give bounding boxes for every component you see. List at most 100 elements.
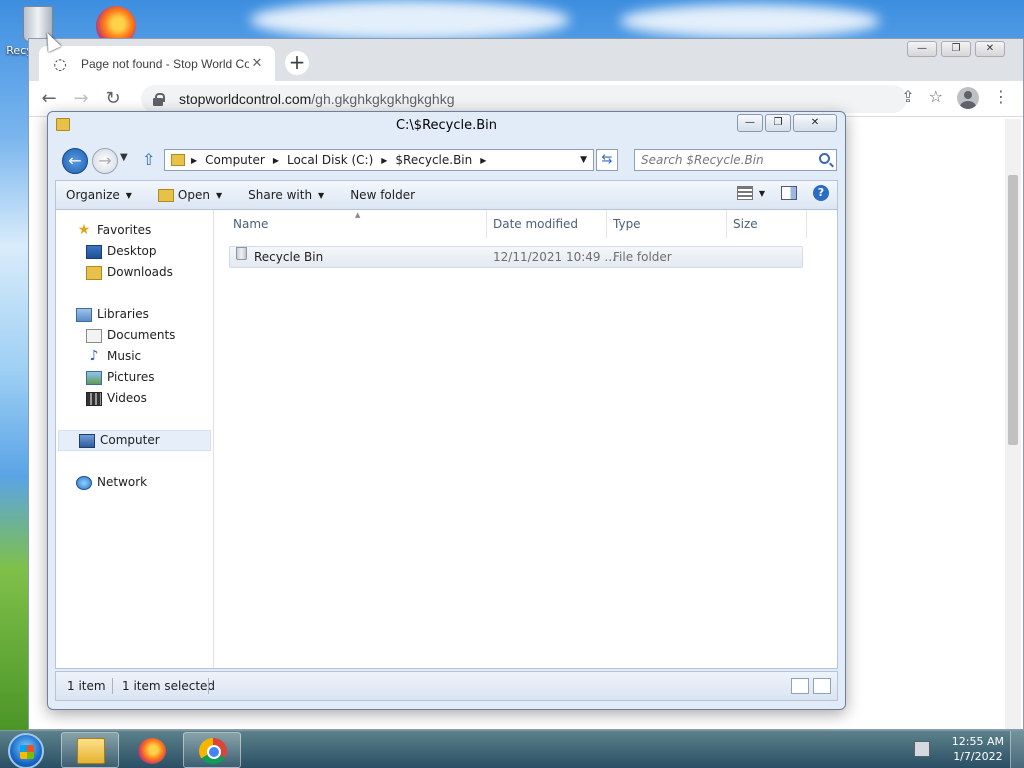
url-text: stopworldcontrol.com/gh.gkghkgkgkhgkghkg xyxy=(179,91,455,107)
column-header-type[interactable]: Type xyxy=(607,210,727,238)
start-button[interactable] xyxy=(8,733,44,768)
help-icon[interactable]: ? xyxy=(813,185,829,201)
refresh-icon[interactable]: ⇆ xyxy=(596,149,618,171)
nav-libraries[interactable]: Libraries xyxy=(56,304,213,325)
explorer-address-row: ← → ▼ ⇧ ▶ Computer ▶ Local Disk (C:) ▶ $… xyxy=(54,146,839,174)
details-view-icon[interactable] xyxy=(791,678,809,694)
clock-time: 12:55 AM xyxy=(951,735,1004,748)
nav-network[interactable]: Network xyxy=(56,472,213,493)
sky-cloud xyxy=(620,4,880,38)
preview-pane-icon[interactable] xyxy=(781,186,797,200)
chrome-tabstrip: ◌ Page not found - Stop World Control ✕ … xyxy=(29,39,1023,81)
nav-computer[interactable]: Computer xyxy=(58,430,211,451)
new-folder-label: New folder xyxy=(350,188,416,202)
nav-desktop[interactable]: Desktop xyxy=(56,241,213,262)
navigation-pane: ★ Favorites Desktop Downloads Libraries D… xyxy=(56,210,214,668)
scrollbar-thumb[interactable] xyxy=(1008,175,1018,445)
profile-avatar[interactable] xyxy=(957,87,979,109)
restore-button[interactable]: ❐ xyxy=(941,41,971,57)
pictures-icon xyxy=(86,370,102,385)
change-view-button[interactable]: ▼ xyxy=(736,186,765,200)
open-label: Open xyxy=(177,188,210,202)
breadcrumb-separator-icon[interactable]: ▶ xyxy=(191,156,197,165)
explorer-minimize-button[interactable]: — xyxy=(737,114,763,132)
bookmark-star-icon[interactable]: ☆ xyxy=(929,87,943,109)
table-row[interactable]: Recycle Bin 12/11/2021 10:49 ... File fo… xyxy=(229,246,803,268)
page-scrollbar[interactable] xyxy=(1005,119,1021,729)
explorer-close-button[interactable]: ✕ xyxy=(793,114,837,132)
explorer-title: C:\$Recycle.Bin xyxy=(395,118,498,133)
back-button[interactable]: ← xyxy=(37,87,61,111)
breadcrumb-local-disk[interactable]: Local Disk (C:) xyxy=(287,153,373,167)
lock-icon xyxy=(151,92,165,106)
system-clock[interactable]: 12:55 AM 1/7/2022 xyxy=(952,734,1004,764)
close-tab-icon[interactable]: ✕ xyxy=(249,56,265,71)
new-folder-button[interactable]: New folder xyxy=(350,188,415,202)
up-arrow-icon[interactable]: ⇧ xyxy=(142,150,155,169)
nav-downloads[interactable]: Downloads xyxy=(56,262,213,283)
share-icon[interactable]: ⇪ xyxy=(901,87,914,109)
share-with-button[interactable]: Share with ▼ xyxy=(248,188,324,202)
close-window-button[interactable]: ✕ xyxy=(975,41,1005,57)
nav-documents[interactable]: Documents xyxy=(56,325,213,346)
breadcrumb-separator-icon[interactable]: ▶ xyxy=(273,156,279,165)
music-icon: ♪ xyxy=(89,348,99,364)
nav-videos[interactable]: Videos xyxy=(56,388,213,409)
breadcrumb-separator-icon[interactable]: ▶ xyxy=(480,156,486,165)
chrome-menu-icon[interactable]: ⋮ xyxy=(993,87,1009,109)
nav-music[interactable]: ♪ Music xyxy=(56,346,213,367)
explorer-breadcrumb[interactable]: ▶ Computer ▶ Local Disk (C:) ▶ $Recycle.… xyxy=(164,149,594,171)
nav-favorites[interactable]: ★ Favorites xyxy=(56,220,213,241)
open-button[interactable]: Open ▼ xyxy=(157,188,222,202)
windows-logo-icon xyxy=(20,745,34,759)
taskbar-explorer[interactable] xyxy=(61,732,119,768)
organize-button[interactable]: Organize ▼ xyxy=(66,188,132,202)
nav-label: Libraries xyxy=(97,307,149,321)
computer-icon xyxy=(79,433,95,448)
column-header-date[interactable]: Date modified xyxy=(487,210,607,238)
explorer-back-button[interactable]: ← xyxy=(62,148,88,174)
chrome-right-icons: ⇪ ☆ ⋮ xyxy=(901,87,1009,109)
explorer-maximize-button[interactable]: ❐ xyxy=(765,114,791,132)
nav-label: Pictures xyxy=(107,370,155,384)
column-label: Name xyxy=(233,217,269,231)
minimize-button[interactable]: — xyxy=(907,41,937,57)
column-header-name[interactable]: ▲ Name xyxy=(215,210,487,238)
column-label: Date modified xyxy=(493,217,579,231)
large-icons-view-icon[interactable] xyxy=(813,678,831,694)
explorer-window-controls: — ❐ ✕ xyxy=(737,114,837,132)
status-view-buttons xyxy=(791,678,831,694)
nav-label: Favorites xyxy=(97,223,152,237)
nav-label: Network xyxy=(97,475,148,489)
file-date: 12/11/2021 10:49 ... xyxy=(493,250,616,264)
address-bar[interactable]: stopworldcontrol.com/gh.gkghkgkgkhgkghkg xyxy=(141,85,907,113)
tab-page-not-found[interactable]: ◌ Page not found - Stop World Control ✕ xyxy=(39,46,275,81)
breadcrumb-separator-icon[interactable]: ▶ xyxy=(381,156,387,165)
reload-button[interactable]: ↻ xyxy=(101,87,125,111)
explorer-forward-button[interactable]: → xyxy=(92,148,118,174)
action-center-flag-icon[interactable] xyxy=(914,741,930,757)
firefox-icon xyxy=(138,738,166,764)
open-folder-icon xyxy=(157,188,174,202)
new-tab-button[interactable]: + xyxy=(285,51,309,75)
breadcrumb-computer[interactable]: Computer xyxy=(205,153,265,167)
taskbar-firefox[interactable] xyxy=(122,732,180,768)
taskbar-chrome[interactable] xyxy=(183,732,241,768)
recent-pages-dropdown[interactable]: ▼ xyxy=(120,152,128,163)
chrome-icon xyxy=(199,738,227,764)
address-history-dropdown[interactable]: ▼ xyxy=(580,155,587,165)
column-header-size[interactable]: Size xyxy=(727,210,807,238)
status-bar: 1 item 1 item selected xyxy=(55,671,838,701)
breadcrumb-recycle-bin[interactable]: $Recycle.Bin xyxy=(395,153,472,167)
search-input[interactable]: Search $Recycle.Bin xyxy=(634,149,837,171)
nav-pictures[interactable]: Pictures xyxy=(56,367,213,388)
explorer-window: C:\$Recycle.Bin — ❐ ✕ ← → ▼ ⇧ ▶ Computer… xyxy=(47,111,846,710)
show-desktop-button[interactable] xyxy=(1010,731,1024,768)
search-icon[interactable] xyxy=(819,153,830,164)
view-controls: ▼ ? xyxy=(736,185,829,201)
forward-button[interactable]: → xyxy=(69,87,93,111)
file-name: Recycle Bin xyxy=(254,250,324,264)
